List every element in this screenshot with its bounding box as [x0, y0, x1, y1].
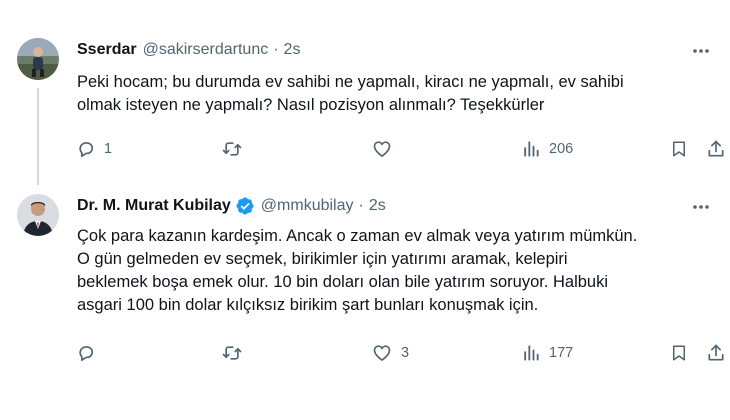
bookmark-icon — [673, 141, 685, 157]
reply-button[interactable] — [76, 340, 104, 366]
tweet-time[interactable]: 2s — [284, 41, 301, 59]
bookmark-icon — [673, 345, 685, 361]
tweet-text-line: O gün gelmeden ev seçmek, birikimler içi… — [77, 250, 568, 268]
views-button[interactable]: 206 — [521, 136, 573, 162]
user-handle[interactable]: @mmkubilay — [261, 197, 354, 215]
heart-icon — [373, 141, 391, 157]
retweet-icon — [222, 346, 242, 360]
more-options-button[interactable] — [690, 40, 712, 62]
tweet-text: Peki hocam; bu durumda ev sahibi ne yapm… — [77, 71, 717, 117]
tweet-actions: 1 206 — [0, 136, 730, 162]
retweet-icon — [222, 142, 242, 156]
reply-icon — [79, 346, 94, 361]
retweet-button[interactable] — [221, 340, 251, 366]
retweet-button[interactable] — [221, 136, 251, 162]
tweet-text-line: asgari 100 bin dolar kılçıksız birikim ş… — [77, 296, 539, 314]
more-options-button[interactable] — [690, 196, 712, 218]
bookmark-button[interactable] — [670, 136, 688, 162]
user-handle[interactable]: @sakirserdartunc — [143, 41, 269, 59]
meta-separator: · — [273, 41, 279, 58]
tweet-text: Çok para kazanın kardeşim. Ancak o zaman… — [77, 225, 717, 317]
views-chart-icon — [524, 345, 539, 361]
share-icon — [708, 140, 724, 157]
views-chart-icon — [524, 141, 539, 157]
display-name[interactable]: Sserdar — [77, 41, 137, 59]
share-button[interactable] — [706, 136, 726, 162]
share-icon — [708, 344, 724, 361]
reply-icon — [79, 142, 94, 157]
meta-separator: · — [358, 197, 364, 214]
tweet-mmkubilay[interactable]: Dr. M. Murat Kubilay @mmkubilay · 2s Çok… — [0, 182, 730, 420]
like-count: 3 — [401, 345, 410, 361]
tweet-actions: 3 177 — [0, 340, 730, 366]
avatar-mmkubilay[interactable] — [17, 194, 59, 236]
more-horizontal-icon — [693, 205, 709, 209]
tweet-text-line: beklemek boşa emek olur. 10 bin doları o… — [77, 273, 609, 291]
bookmark-button[interactable] — [670, 340, 688, 366]
display-name[interactable]: Dr. M. Murat Kubilay — [77, 197, 231, 215]
tweet-header: Dr. M. Murat Kubilay @mmkubilay · 2s — [77, 195, 386, 217]
tweet-text-line: olmak isteyen ne yapmalı? Nasıl pozisyon… — [77, 96, 545, 114]
reply-count: 1 — [104, 141, 113, 157]
like-button[interactable]: 3 — [371, 340, 409, 366]
view-count: 177 — [549, 345, 574, 361]
like-button[interactable] — [371, 136, 401, 162]
tweet-text-line: Çok para kazanın kardeşim. Ancak o zaman… — [77, 227, 638, 245]
reply-button[interactable]: 1 — [76, 136, 112, 162]
more-horizontal-icon — [693, 49, 709, 53]
view-count: 206 — [549, 141, 574, 157]
tweet-header: Sserdar @sakirserdartunc · 2s — [77, 39, 300, 61]
tweet-sserdar[interactable]: Sserdar @sakirserdartunc · 2s Peki hocam… — [0, 0, 730, 185]
tweet-time[interactable]: 2s — [369, 197, 386, 215]
verified-badge-icon — [236, 197, 254, 215]
heart-icon — [373, 345, 391, 361]
share-button[interactable] — [706, 340, 726, 366]
views-button[interactable]: 177 — [521, 340, 573, 366]
avatar-sserdar[interactable] — [17, 38, 59, 80]
tweet-text-line: Peki hocam; bu durumda ev sahibi ne yapm… — [77, 73, 624, 91]
